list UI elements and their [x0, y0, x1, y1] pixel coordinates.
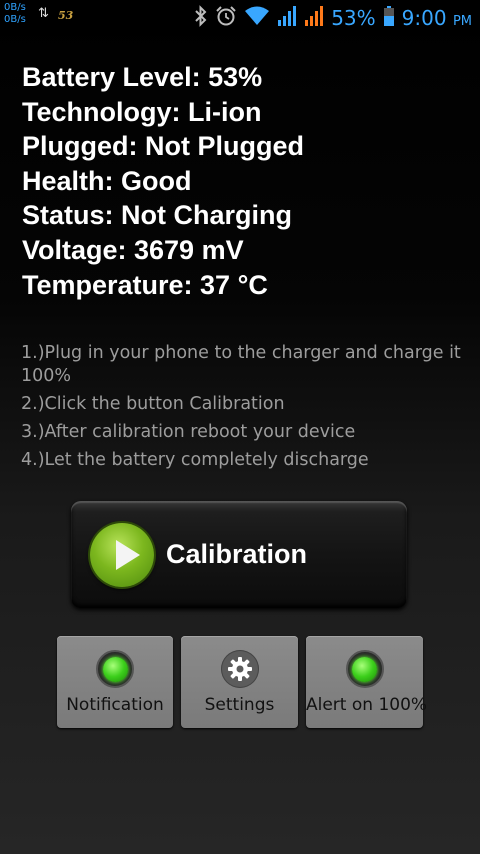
- net-upload-speed: 0B/s: [4, 2, 26, 13]
- signal-icon: [277, 5, 297, 32]
- battery-percent-text: 53%: [331, 6, 376, 30]
- net-download-speed: 0B/s: [4, 14, 26, 25]
- battery-icon: [383, 5, 395, 32]
- clock-time: 9:00: [401, 6, 447, 30]
- status-text: Status: Not Charging: [22, 200, 292, 231]
- clock: 9:00 PM: [402, 6, 472, 30]
- temperature-text: Temperature: 37 °C: [22, 269, 268, 300]
- green-led-icon: [96, 650, 134, 688]
- alert-on-100-button[interactable]: Alert on 100%: [306, 636, 428, 728]
- status-icons: 53% 9:00 PM: [194, 4, 472, 32]
- calibration-button-label: Calibration: [166, 539, 308, 569]
- instruction-step: 2.)Click the button Calibration: [21, 394, 285, 414]
- notification-count-icon: 53: [58, 9, 74, 22]
- play-icon: [90, 523, 154, 587]
- instruction-step: 4.)Let the battery completely discharge: [21, 450, 369, 470]
- clock-ampm: PM: [452, 14, 472, 29]
- settings-button-label: Settings: [204, 695, 275, 715]
- voltage-text: Voltage: 3679 mV: [22, 234, 244, 265]
- data-activity-icon: ⇅: [38, 6, 49, 21]
- battery-level-text: Battery Level: 53%: [22, 62, 263, 92]
- health-text: Health: Good: [22, 165, 192, 196]
- calibration-button[interactable]: Calibration: [71, 501, 407, 608]
- gear-icon: [220, 650, 259, 688]
- settings-button[interactable]: Settings: [181, 636, 298, 728]
- signal-2-icon: [304, 5, 324, 32]
- bluetooth-icon: [194, 4, 208, 32]
- network-speed: 0B/s 0B/s: [4, 2, 26, 26]
- alert-button-label: Alert on 100%: [306, 695, 428, 715]
- instruction-step: 1.)Plug in your phone to the charger and…: [21, 343, 461, 386]
- plugged-text: Plugged: Not Plugged: [22, 131, 304, 162]
- alarm-icon: [215, 5, 237, 32]
- battery-info: Battery Level: 53% Technology: Li-ion Pl…: [22, 60, 304, 302]
- notification-button-label: Notification: [66, 695, 164, 715]
- wifi-icon: [244, 5, 270, 32]
- status-bar: 0B/s 0B/s ⇅ 53 53% 9:00 PM: [0, 0, 480, 36]
- technology-text: Technology: Li-ion: [22, 96, 262, 127]
- green-led-icon: [345, 650, 384, 688]
- instruction-step: 3.)After calibration reboot your device: [21, 422, 356, 442]
- instructions: 1.)Plug in your phone to the charger and…: [21, 342, 469, 477]
- notification-button[interactable]: Notification: [57, 636, 173, 728]
